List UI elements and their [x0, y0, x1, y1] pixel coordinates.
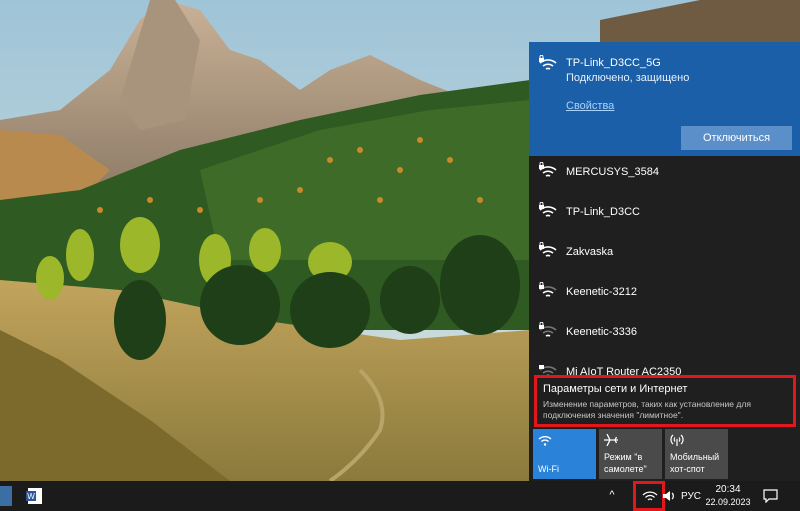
network-ssid: Keenetic-3336 [566, 326, 637, 338]
disconnect-button[interactable]: Отключиться [681, 126, 792, 150]
network-item[interactable]: TP-Link_D3CC [529, 196, 800, 236]
wifi-secured-icon [539, 202, 557, 217]
network-item[interactable]: Mi AIoT Router AC2350 [529, 356, 800, 375]
connected-network-item[interactable]: TP-Link_D3CC_5G Подключено, защищено Сво… [529, 42, 800, 156]
airplane-mode-label: Режим "в самолете" [604, 452, 647, 474]
network-ssid: Keenetic-3212 [566, 286, 637, 298]
wifi-secured-icon [539, 322, 557, 337]
connected-network-ssid: TP-Link_D3CC_5G [566, 57, 661, 69]
svg-text:W: W [27, 492, 35, 501]
network-list[interactable]: MERCUSYS_3584 TP-Link_D3CC Zakvaska Keen… [529, 156, 800, 375]
clock-date: 22.09.2023 [705, 497, 751, 507]
mobile-hotspot-toggle[interactable]: Мобильный хот-спот [665, 429, 728, 479]
network-ssid: Mi AIoT Router AC2350 [566, 366, 682, 375]
show-hidden-icons-chevron-icon[interactable]: ^ [606, 489, 618, 503]
network-item[interactable]: Zakvaska [529, 236, 800, 276]
word-app-icon[interactable]: W [25, 486, 45, 506]
wifi-secured-icon [539, 55, 557, 70]
airplane-mode-toggle[interactable]: Режим "в самолете" [599, 429, 662, 479]
airplane-icon [604, 434, 618, 446]
wifi-toggle[interactable]: Wi-Fi [533, 429, 596, 479]
wifi-icon [642, 491, 658, 501]
wifi-icon [538, 436, 552, 446]
tray-network-button[interactable] [633, 481, 665, 511]
network-flyout: TP-Link_D3CC_5G Подключено, защищено Сво… [529, 42, 800, 481]
mobile-hotspot-label: Мобильный хот-спот [670, 452, 720, 474]
hotspot-icon [670, 434, 684, 446]
network-item[interactable]: Keenetic-3212 [529, 276, 800, 316]
clock-time: 20:34 [715, 484, 741, 495]
wifi-secured-icon [539, 282, 557, 297]
network-settings-link[interactable]: Параметры сети и Интернет Изменение пара… [534, 375, 796, 427]
speaker-icon[interactable] [662, 489, 676, 503]
connection-status: Подключено, защищено [566, 72, 690, 84]
notification-center-icon[interactable] [763, 489, 778, 503]
network-ssid: Zakvaska [566, 246, 614, 258]
taskbar-app-icon[interactable] [0, 486, 12, 506]
network-ssid: TP-Link_D3CC [566, 206, 640, 218]
taskbar-clock[interactable]: 20:34 22.09.2023 [702, 484, 754, 508]
wifi-toggle-label: Wi-Fi [538, 464, 559, 474]
wifi-secured-icon [539, 365, 557, 375]
network-settings-description: Изменение параметров, таких как установл… [543, 399, 751, 420]
network-ssid: MERCUSYS_3584 [566, 166, 659, 178]
properties-link[interactable]: Свойства [566, 100, 614, 112]
network-item[interactable]: Keenetic-3336 [529, 316, 800, 356]
input-language-indicator[interactable]: РУС [681, 491, 701, 502]
wifi-secured-icon [539, 242, 557, 257]
network-settings-title: Параметры сети и Интернет [543, 383, 688, 395]
taskbar: W ^ РУС 20:34 22.09.2023 [0, 481, 800, 511]
network-item[interactable]: MERCUSYS_3584 [529, 156, 800, 196]
wifi-secured-icon [539, 162, 557, 177]
